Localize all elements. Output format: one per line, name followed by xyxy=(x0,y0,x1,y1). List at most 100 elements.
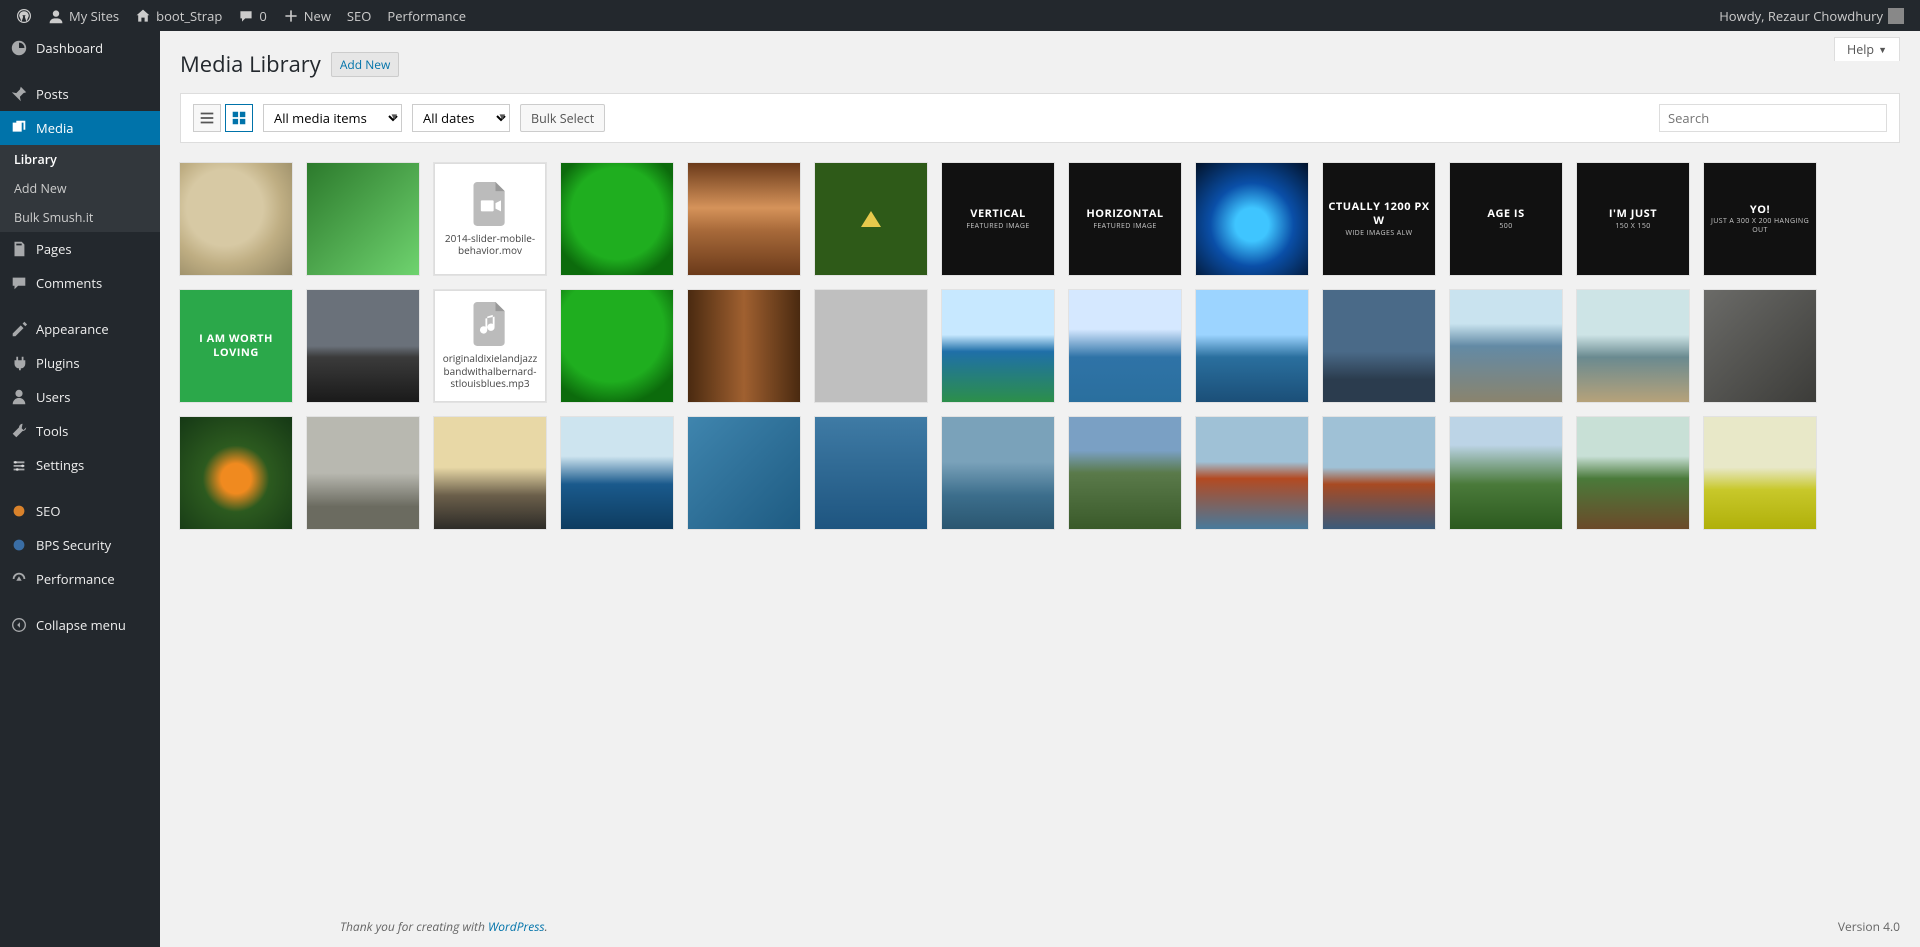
media-item[interactable]: HORIZONTALFEATURED IMAGE xyxy=(1069,163,1181,275)
media-item[interactable]: I'M JUST150 X 150 xyxy=(1577,163,1689,275)
overlay-text: I AM WORTH LOVING xyxy=(180,290,292,402)
submenu-bulk-smush[interactable]: Bulk Smush.it xyxy=(0,203,160,232)
my-sites-link[interactable]: My Sites xyxy=(40,0,127,31)
overlay-text: YO!JUST A 300 X 200 HANGING OUT xyxy=(1704,163,1816,275)
media-item[interactable] xyxy=(561,163,673,275)
media-item[interactable]: 2014-slider-mobile-behavior.mov xyxy=(434,163,546,275)
footer-text: Thank you for creating with xyxy=(340,918,488,935)
sidebar-item-bps[interactable]: BPS Security xyxy=(0,528,160,562)
sidebar-item-plugins[interactable]: Plugins xyxy=(0,346,160,380)
shield-icon xyxy=(10,536,28,554)
sidebar-item-users[interactable]: Users xyxy=(0,380,160,414)
sidebar-item-comments[interactable]: Comments xyxy=(0,266,160,300)
sidebar-item-seo[interactable]: SEO xyxy=(0,494,160,528)
media-item[interactable] xyxy=(180,163,292,275)
site-name-link[interactable]: boot_Strap xyxy=(127,0,230,31)
sidebar-item-label: Pages xyxy=(36,240,72,258)
media-item[interactable]: VERTICALFEATURED IMAGE xyxy=(942,163,1054,275)
media-item[interactable] xyxy=(180,417,292,529)
account-link[interactable]: Howdy, Rezaur Chowdhury xyxy=(1711,0,1912,31)
performance-link[interactable]: Performance xyxy=(379,0,474,31)
submenu-label: Add New xyxy=(14,180,67,197)
media-item[interactable] xyxy=(561,417,673,529)
media-item[interactable] xyxy=(1450,290,1562,402)
sidebar-item-dashboard[interactable]: Dashboard xyxy=(0,31,160,65)
grid-icon xyxy=(230,109,248,127)
media-item[interactable] xyxy=(561,290,673,402)
media-item[interactable]: CTUALLY 1200 PX WWIDE IMAGES ALW xyxy=(1323,163,1435,275)
view-grid-button[interactable] xyxy=(225,104,253,132)
wordpress-link[interactable]: WordPress xyxy=(488,918,545,935)
media-item[interactable] xyxy=(815,290,927,402)
media-item[interactable] xyxy=(1069,417,1181,529)
avatar xyxy=(1888,8,1904,24)
sidebar-item-label: Posts xyxy=(36,85,69,103)
media-item[interactable] xyxy=(1577,290,1689,402)
media-item[interactable] xyxy=(688,417,800,529)
comments-link[interactable]: 0 xyxy=(230,0,274,31)
media-item[interactable] xyxy=(942,290,1054,402)
view-list-button[interactable] xyxy=(193,104,221,132)
media-item[interactable]: originaldixielandjazzbandwithalbernard-s… xyxy=(434,290,546,402)
sidebar-item-label: BPS Security xyxy=(36,536,111,554)
media-item[interactable] xyxy=(688,290,800,402)
media-type-filter[interactable]: All media items xyxy=(263,104,402,132)
media-item[interactable] xyxy=(307,163,419,275)
media-date-filter[interactable]: All dates xyxy=(412,104,510,132)
media-icon xyxy=(10,119,28,137)
home-icon xyxy=(135,8,151,24)
sidebar-item-settings[interactable]: Settings xyxy=(0,448,160,482)
media-item[interactable] xyxy=(1069,290,1181,402)
media-item[interactable] xyxy=(307,417,419,529)
overlay-text: CTUALLY 1200 PX WWIDE IMAGES ALW xyxy=(1323,163,1435,275)
bulk-select-button[interactable]: Bulk Select xyxy=(520,104,605,132)
media-item[interactable] xyxy=(434,417,546,529)
media-item[interactable] xyxy=(1704,290,1816,402)
overlay-text: AGE IS500 xyxy=(1450,163,1562,275)
search-input[interactable] xyxy=(1659,104,1887,132)
sidebar-item-pages[interactable]: Pages xyxy=(0,232,160,266)
media-item[interactable] xyxy=(1704,417,1816,529)
media-item[interactable] xyxy=(1323,417,1435,529)
sidebar-item-label: Settings xyxy=(36,456,84,474)
wp-logo[interactable] xyxy=(8,0,40,31)
submenu-library[interactable]: Library xyxy=(0,145,160,174)
sidebar-item-label: Dashboard xyxy=(36,39,103,57)
media-grid: 2014-slider-mobile-behavior.mov VERTICALF… xyxy=(180,163,1900,529)
comments-count: 0 xyxy=(259,7,266,25)
media-item[interactable] xyxy=(942,417,1054,529)
pin-icon xyxy=(10,85,28,103)
footer-thanks: Thank you for creating with WordPress. xyxy=(340,918,548,935)
media-item[interactable] xyxy=(815,163,927,275)
media-item[interactable] xyxy=(1196,290,1308,402)
sidebar-item-label: Plugins xyxy=(36,354,80,372)
tools-icon xyxy=(10,422,28,440)
media-item[interactable] xyxy=(1196,417,1308,529)
separator xyxy=(0,482,160,494)
separator xyxy=(0,596,160,608)
media-item[interactable] xyxy=(1323,290,1435,402)
sidebar-item-performance[interactable]: Performance xyxy=(0,562,160,596)
sidebar-item-posts[interactable]: Posts xyxy=(0,77,160,111)
new-content-link[interactable]: New xyxy=(275,0,339,31)
seo-link[interactable]: SEO xyxy=(339,0,379,31)
media-item[interactable] xyxy=(688,163,800,275)
sidebar-item-appearance[interactable]: Appearance xyxy=(0,312,160,346)
sidebar-item-collapse[interactable]: Collapse menu xyxy=(0,608,160,642)
media-item[interactable] xyxy=(1577,417,1689,529)
submenu-add-new[interactable]: Add New xyxy=(0,174,160,203)
help-tab[interactable]: Help ▼ xyxy=(1834,37,1900,61)
sidebar-item-label: Users xyxy=(36,388,70,406)
media-item[interactable] xyxy=(815,417,927,529)
sidebar-item-media[interactable]: Media xyxy=(0,111,160,145)
media-item[interactable] xyxy=(1450,417,1562,529)
media-item[interactable] xyxy=(1196,163,1308,275)
media-item[interactable] xyxy=(307,290,419,402)
add-new-button[interactable]: Add New xyxy=(331,52,399,77)
media-item[interactable]: YO!JUST A 300 X 200 HANGING OUT xyxy=(1704,163,1816,275)
sidebar-item-tools[interactable]: Tools xyxy=(0,414,160,448)
comments-icon xyxy=(10,274,28,292)
media-item[interactable]: AGE IS500 xyxy=(1450,163,1562,275)
performance-label: Performance xyxy=(387,7,466,25)
media-item[interactable]: I AM WORTH LOVING xyxy=(180,290,292,402)
